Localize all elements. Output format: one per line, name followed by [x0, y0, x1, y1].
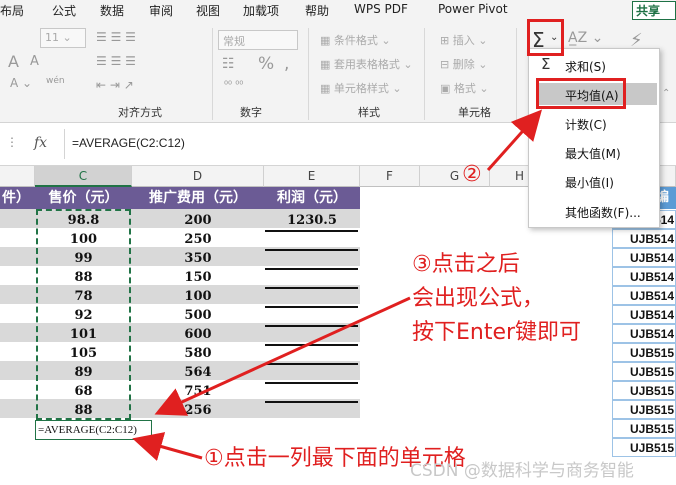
arrow-step1 [132, 432, 203, 461]
watermark: CSDN @数据科学与商务智能 [410, 461, 634, 481]
arrow-step3 [154, 296, 411, 416]
step2-label: ② [462, 162, 482, 187]
arrow-step2 [486, 109, 542, 171]
annotation-arrows [132, 109, 542, 461]
step3-line2: 会出现公式， [412, 286, 545, 311]
step3-line3: 按下Enter键即可 [412, 320, 582, 345]
step3-line1: ③点击之后 [412, 252, 520, 277]
